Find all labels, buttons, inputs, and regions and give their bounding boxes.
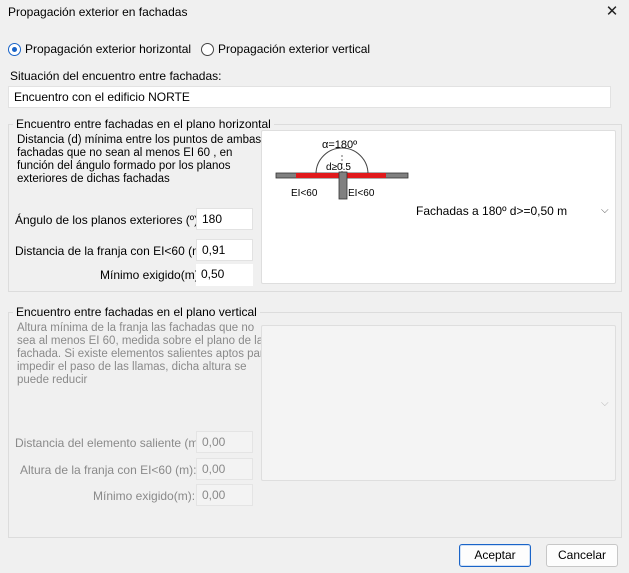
radio-horizontal[interactable]: Propagación exterior horizontal [8,41,191,57]
diagram-ei-left-label: EI<60 [291,188,318,199]
angle-label: Ángulo de los planos exteriores (º): [15,213,202,227]
min-label: Mínimo exigido(m): [100,268,203,282]
radio-unselected-icon [201,42,214,56]
diagram-ei-right-label: EI<60 [348,188,375,199]
diagram-d-label: d≥0.5 [326,162,351,173]
accept-button[interactable]: Aceptar [459,544,531,567]
distance-input[interactable]: 0,91 [196,239,253,261]
title-bar: Propagación exterior en fachadas ✕ [0,0,629,28]
vertical-description: Altura mínima de la franja las fachadas … [17,322,271,386]
dropdown-selected-label: Fachadas a 180º d>=0,50 m [416,204,568,218]
distance-label: Distancia de la franja con EI<60 (m): [15,244,210,258]
altura-input[interactable]: 0,00 [196,458,253,480]
cancel-button[interactable]: Cancelar [546,544,618,567]
chevron-down-icon: ⌵ [601,205,609,216]
saliente-input[interactable]: 0,00 [196,431,253,453]
vertical-min-value: 0,00 [196,484,253,506]
radio-horizontal-label: Propagación exterior horizontal [25,42,192,56]
situation-label: Situación del encuentro entre fachadas: [10,69,222,83]
horizontal-description: Distancia (d) mínima entre los puntos de… [17,134,262,185]
min-value: 0,50 [196,264,253,286]
facade-diagram: α=180º d≥0.5 EI<60 EI<60 [275,139,409,200]
radio-vertical[interactable]: Propagación exterior vertical [201,41,370,57]
vertical-min-label: Mínimo exigido(m): [93,489,196,503]
saliente-label: Distancia del elemento saliente (m): [15,436,206,450]
diagram-alpha-label: α=180º [322,139,357,151]
radio-vertical-label: Propagación exterior vertical [218,42,371,56]
facade-type-dropdown[interactable]: α=180º d≥0.5 EI<60 EI<60 Fachadas a 180º… [261,130,616,284]
vertical-group-title: Encuentro entre fachadas en el plano ver… [13,305,260,319]
horizontal-group-title: Encuentro entre fachadas en el plano hor… [13,117,274,131]
close-icon[interactable]: ✕ [601,2,623,22]
altura-label: Altura de la franja con EI<60 (m): [20,463,197,477]
angle-input[interactable]: 180 [196,208,253,230]
situation-input[interactable]: Encuentro con el edificio NORTE [8,86,611,108]
radio-selected-icon [8,42,21,56]
window-title: Propagación exterior en fachadas [8,5,188,19]
vertical-type-dropdown[interactable]: ⌵ [261,325,616,481]
chevron-down-icon: ⌵ [601,398,609,409]
